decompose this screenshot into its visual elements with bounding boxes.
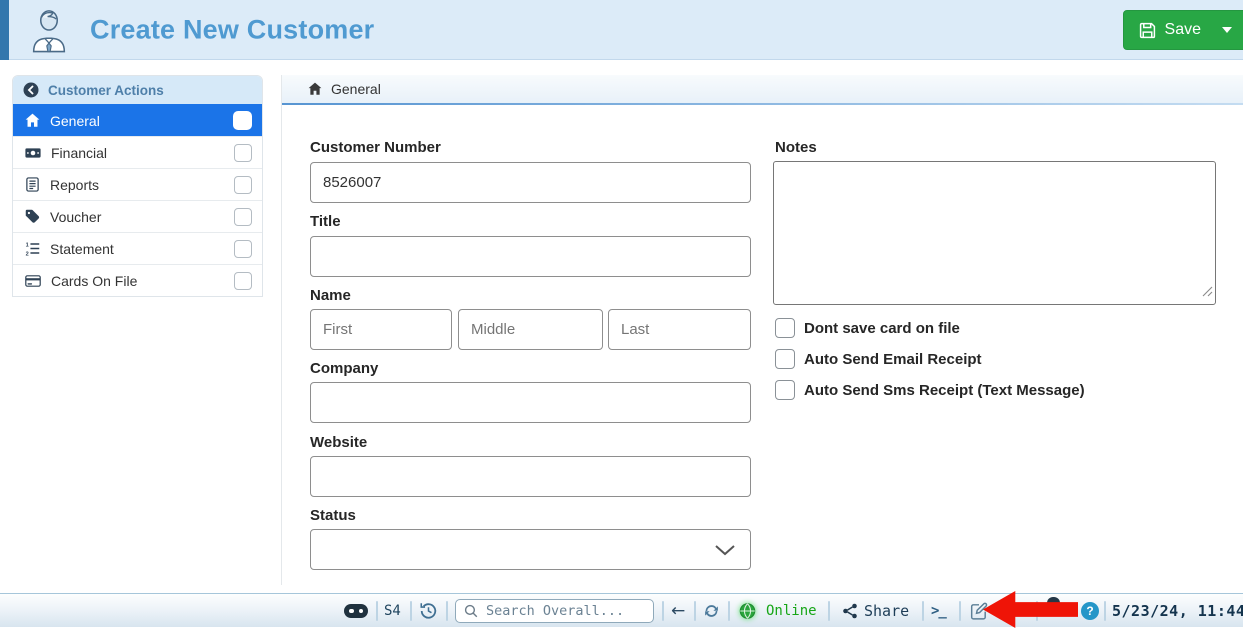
statusbar-divider	[446, 601, 448, 621]
customer-actions-header[interactable]: Customer Actions	[13, 76, 262, 104]
customer-actions-title: Customer Actions	[48, 83, 164, 98]
sidebar-checkbox-statement[interactable]	[234, 240, 252, 258]
auto-sms-receipt-label: Auto Send Sms Receipt (Text Message)	[804, 382, 1085, 399]
sidebar-checkbox-cards-on-file[interactable]	[234, 272, 252, 290]
sidebar-item-label: Cards On File	[51, 273, 224, 289]
notes-field	[773, 161, 1216, 305]
tag-icon	[25, 209, 40, 224]
sidebar-item-voucher[interactable]: Voucher	[13, 200, 262, 232]
sidebar-item-financial[interactable]: Financial	[13, 136, 262, 168]
dont-save-card-row: Dont save card on file	[775, 318, 960, 338]
edit-icon[interactable]	[970, 602, 988, 620]
station-label[interactable]: S4	[384, 603, 401, 619]
share-icon[interactable]	[842, 603, 858, 619]
customer-number-label: Customer Number	[310, 139, 441, 156]
page-header: Create New Customer Save	[0, 0, 1243, 60]
sidebar-item-label: Voucher	[50, 209, 224, 225]
statusbar-divider	[828, 601, 830, 621]
statusbar-divider	[922, 601, 924, 621]
dont-save-card-checkbox[interactable]	[775, 318, 795, 338]
notes-label: Notes	[775, 139, 817, 156]
obscured-icon[interactable]	[1047, 597, 1060, 613]
status-label: Status	[310, 507, 356, 524]
auto-email-receipt-checkbox[interactable]	[775, 349, 795, 369]
sidebar-item-label: Financial	[51, 145, 224, 161]
content-divider	[281, 75, 282, 585]
sidebar-checkbox-financial[interactable]	[234, 144, 252, 162]
svg-text:1: 1	[26, 242, 29, 248]
search-box[interactable]	[455, 599, 654, 623]
auto-email-receipt-label: Auto Send Email Receipt	[804, 351, 982, 368]
title-input[interactable]	[310, 236, 751, 277]
sidebar-checkbox-general[interactable]	[233, 111, 252, 130]
terminal-icon[interactable]: >_	[931, 603, 946, 619]
last-name-input[interactable]	[608, 309, 751, 350]
cash-icon	[25, 145, 41, 161]
sidebar-item-general[interactable]: General	[13, 104, 262, 136]
home-icon	[25, 113, 40, 128]
auto-email-receipt-row: Auto Send Email Receipt	[775, 349, 982, 369]
dont-save-card-label: Dont save card on file	[804, 320, 960, 337]
statusbar-divider	[728, 601, 730, 621]
company-label: Company	[310, 360, 378, 377]
search-icon	[464, 604, 478, 618]
back-arrow-icon[interactable]: ←	[671, 601, 685, 621]
auto-sms-receipt-row: Auto Send Sms Receipt (Text Message)	[775, 380, 1085, 400]
help-icon[interactable]: ?	[1081, 602, 1099, 620]
section-header-general: General	[282, 75, 1243, 103]
person-icon	[26, 7, 72, 58]
app-window: Create New Customer Save Customer Action…	[0, 0, 1243, 630]
journal-icon	[25, 177, 40, 192]
refresh-icon[interactable]	[703, 602, 720, 619]
ordered-list-icon: 12	[25, 241, 40, 256]
credit-card-icon	[25, 273, 41, 289]
statusbar-divider	[1104, 601, 1106, 621]
first-name-input[interactable]	[310, 309, 452, 350]
sidebar-item-cards-on-file[interactable]: Cards On File	[13, 264, 262, 296]
title-label: Title	[310, 213, 341, 230]
sidebar-checkbox-reports[interactable]	[234, 176, 252, 194]
save-button[interactable]: Save	[1123, 10, 1243, 50]
share-button[interactable]: Share	[864, 602, 909, 620]
status-select[interactable]	[310, 529, 751, 570]
company-input[interactable]	[310, 382, 751, 423]
customer-actions-panel: Customer Actions General Financial Repor…	[12, 75, 263, 297]
statusbar-divider	[694, 601, 696, 621]
circle-arrow-left-icon	[23, 82, 39, 98]
sidebar-item-label: General	[50, 113, 223, 129]
caret-down-icon[interactable]	[1222, 27, 1232, 33]
history-icon[interactable]	[419, 601, 438, 620]
website-label: Website	[310, 434, 367, 451]
statusbar-divider	[662, 601, 664, 621]
name-label: Name	[310, 287, 351, 304]
svg-text:2: 2	[26, 251, 29, 256]
page-title: Create New Customer	[90, 14, 374, 45]
sidebar-checkbox-voucher[interactable]	[234, 208, 252, 226]
sidebar-item-reports[interactable]: Reports	[13, 168, 262, 200]
search-input[interactable]	[484, 602, 645, 620]
chevron-down-icon	[714, 544, 736, 556]
globe-icon[interactable]	[739, 602, 756, 619]
website-input[interactable]	[310, 456, 751, 497]
sidebar-item-label: Reports	[50, 177, 224, 193]
header-accent-stripe	[0, 0, 9, 60]
statusbar-divider	[1036, 601, 1038, 621]
sidebar-item-statement[interactable]: 12 Statement	[13, 232, 262, 264]
statusbar-divider	[410, 601, 412, 621]
statusbar-divider	[376, 601, 378, 621]
notes-textarea[interactable]	[773, 161, 1216, 305]
datetime-display: 5/23/24, 11:44	[1112, 602, 1243, 620]
customer-number-input[interactable]	[310, 162, 751, 203]
save-button-label: Save	[1165, 21, 1201, 39]
home-icon	[308, 82, 322, 96]
mask-icon[interactable]	[344, 604, 368, 618]
middle-name-input[interactable]	[458, 309, 603, 350]
floppy-icon	[1139, 22, 1156, 39]
statusbar-divider	[959, 601, 961, 621]
online-status: Online	[766, 603, 817, 619]
section-title: General	[331, 81, 381, 97]
section-underline	[282, 103, 1243, 105]
auto-sms-receipt-checkbox[interactable]	[775, 380, 795, 400]
sidebar-item-label: Statement	[50, 241, 224, 257]
